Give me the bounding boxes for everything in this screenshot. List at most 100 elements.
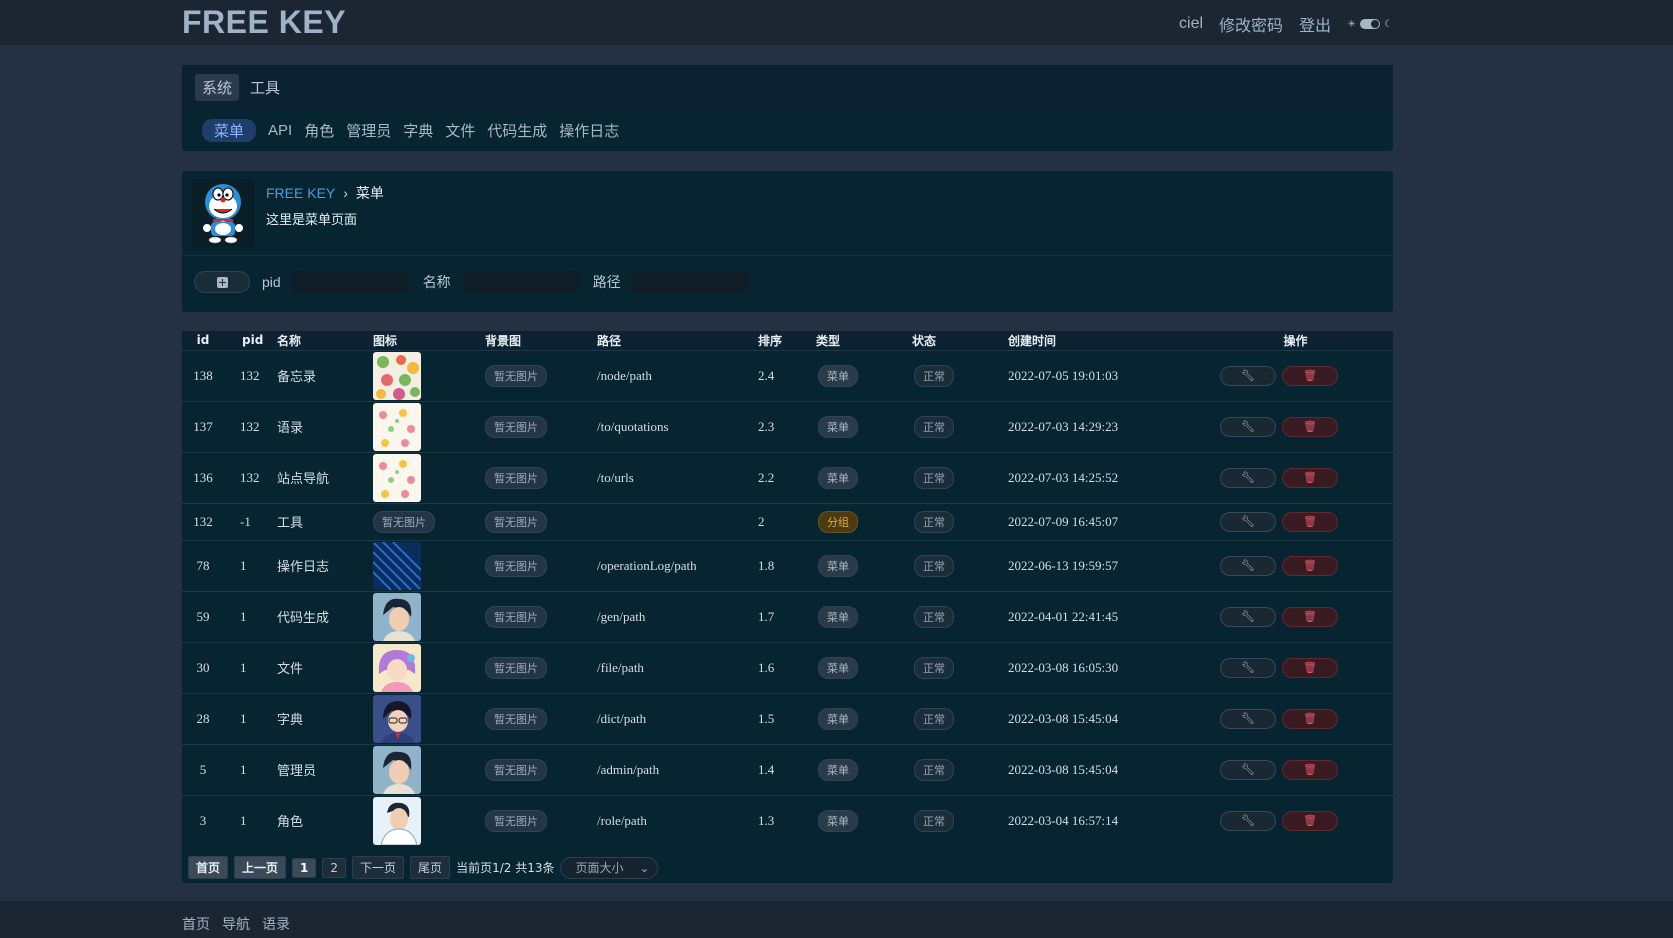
cell-icon <box>373 590 485 642</box>
toggle-track[interactable] <box>1360 19 1381 29</box>
change-password-link[interactable]: 修改密码 <box>1219 12 1283 36</box>
delete-button[interactable]: 🗑︎ <box>1282 708 1338 729</box>
col-header[interactable]: 状态 <box>912 331 1008 350</box>
user-menu: ciel 修改密码 登出 ☀ ☾ <box>1179 12 1393 36</box>
delete-button[interactable]: 🗑︎ <box>1282 759 1338 780</box>
menu-icon-thumbnail[interactable] <box>373 592 485 641</box>
tab-tools[interactable]: 工具 <box>243 74 287 101</box>
page-2-button[interactable]: 2 <box>322 857 347 878</box>
footer-link-quotes[interactable]: 语录 <box>262 914 290 934</box>
cell-id: 78 <box>182 539 224 591</box>
edit-button[interactable]: 🔧︎ <box>1220 759 1276 780</box>
col-header[interactable]: 排序 <box>758 331 816 350</box>
page-1-button[interactable]: 1 <box>292 857 317 878</box>
cell-path: /file/path <box>597 641 758 693</box>
delete-button[interactable]: 🗑︎ <box>1282 606 1338 627</box>
cell-actions: 🔧︎ 🗑︎ <box>1198 502 1393 540</box>
menu-icon-thumbnail[interactable] <box>373 351 485 400</box>
col-header[interactable]: 创建时间 <box>1008 331 1198 350</box>
subtab-api[interactable]: API <box>268 122 292 139</box>
username[interactable]: ciel <box>1179 15 1203 33</box>
type-badge: 分组 <box>818 510 858 533</box>
tab-system[interactable]: 系统 <box>195 73 240 101</box>
name-input[interactable] <box>460 271 581 293</box>
menu-icon-thumbnail[interactable] <box>373 541 485 590</box>
edit-button[interactable]: 🔧︎ <box>1220 708 1276 729</box>
subtab-admin[interactable]: 管理员 <box>346 120 391 141</box>
col-header[interactable]: 类型 <box>816 331 912 350</box>
subtab-menu[interactable]: 菜单 <box>202 118 257 142</box>
cell-sort: 2.2 <box>758 451 816 503</box>
cell-name: 工具 <box>277 502 373 540</box>
delete-button[interactable]: 🗑︎ <box>1282 657 1338 678</box>
edit-button[interactable]: 🔧︎ <box>1220 467 1276 488</box>
col-header[interactable]: 名称 <box>277 331 373 350</box>
prev-page-button[interactable]: 上一页 <box>234 856 287 879</box>
col-header[interactable]: 图标 <box>373 331 485 350</box>
col-header[interactable]: pid <box>224 331 277 350</box>
subtab-role[interactable]: 角色 <box>304 120 334 141</box>
no-background-badge: 暂无图片 <box>485 510 547 533</box>
next-page-button[interactable]: 下一页 <box>352 856 405 879</box>
subtab-file[interactable]: 文件 <box>445 120 475 141</box>
edit-button[interactable]: 🔧︎ <box>1220 657 1276 678</box>
menu-icon-thumbnail[interactable] <box>373 745 485 794</box>
menu-icon-thumbnail[interactable] <box>373 796 485 845</box>
cell-actions: 🔧︎ 🗑︎ <box>1198 451 1393 503</box>
table-row: 3 1 角色 暂无图片/role/path 1.3 菜单 正常 2022-03-04 16:5… <box>182 794 1393 846</box>
menu-icon-thumbnail[interactable] <box>373 643 485 692</box>
cell-name: 操作日志 <box>277 539 373 591</box>
footer-link-home[interactable]: 首页 <box>182 914 210 934</box>
cell-pid: 132 <box>224 400 277 452</box>
last-page-button[interactable]: 尾页 <box>410 856 451 879</box>
type-badge: 菜单 <box>818 364 858 387</box>
edit-button[interactable]: 🔧︎ <box>1220 606 1276 627</box>
cell-icon <box>373 692 485 744</box>
table-row: 30 1 文件 暂无图片/file/path 1.6 菜单 正常 2022-03-08 16:… <box>182 641 1393 693</box>
subtab-oplog[interactable]: 操作日志 <box>559 120 619 141</box>
edit-button[interactable]: 🔧︎ <box>1220 810 1276 831</box>
delete-button[interactable]: 🗑︎ <box>1282 365 1338 386</box>
breadcrumb-home[interactable]: FREE KEY <box>266 185 335 201</box>
delete-button[interactable]: 🗑︎ <box>1282 416 1338 437</box>
footer-link-nav[interactable]: 导航 <box>222 914 250 934</box>
doraemon-avatar-icon <box>203 184 243 244</box>
no-background-badge: 暂无图片 <box>485 466 547 489</box>
brand-logo[interactable]: FREE KEY <box>182 4 346 41</box>
plus-square-icon <box>216 276 228 288</box>
logout-link[interactable]: 登出 <box>1299 12 1331 36</box>
trash-icon: 🗑︎ <box>1303 420 1317 433</box>
cell-created: 2022-03-08 15:45:04 <box>1008 743 1198 795</box>
cell-pid: 1 <box>224 794 277 846</box>
delete-button[interactable]: 🗑︎ <box>1282 555 1338 576</box>
edit-button[interactable]: 🔧︎ <box>1220 365 1276 386</box>
wrench-icon: 🔧︎ <box>1241 369 1255 382</box>
cell-pid: 132 <box>224 451 277 503</box>
first-page-button[interactable]: 首页 <box>188 856 229 879</box>
table-row: 136 132 站点导航 暂无图片/to/urls 2.2 菜单 正常 2022-07-03 … <box>182 451 1393 503</box>
subtab-codegen[interactable]: 代码生成 <box>487 120 547 141</box>
table-panel: id pid 名称 图标 背景图 路径 排序 类型 状态 创建时间 操作 138… <box>182 331 1393 883</box>
delete-button[interactable]: 🗑︎ <box>1282 511 1338 532</box>
delete-button[interactable]: 🗑︎ <box>1282 467 1338 488</box>
delete-button[interactable]: 🗑︎ <box>1282 810 1338 831</box>
menu-icon-thumbnail[interactable] <box>373 453 485 502</box>
page-size-select[interactable]: 页面大小 ⌄ <box>560 856 659 879</box>
col-header[interactable]: id <box>182 331 224 350</box>
theme-toggle[interactable]: ☀ ☾ <box>1347 19 1393 30</box>
pid-input[interactable] <box>290 271 411 293</box>
subtab-dict[interactable]: 字典 <box>403 120 433 141</box>
edit-button[interactable]: 🔧︎ <box>1220 555 1276 576</box>
path-input[interactable] <box>630 271 751 293</box>
menu-icon-thumbnail[interactable] <box>373 694 485 743</box>
no-background-badge: 暂无图片 <box>485 415 547 438</box>
col-header[interactable]: 路径 <box>597 331 758 350</box>
col-header[interactable]: 操作 <box>1198 331 1393 350</box>
col-header[interactable]: 背景图 <box>485 331 597 350</box>
menu-icon-thumbnail[interactable] <box>373 402 485 451</box>
add-button[interactable] <box>194 271 250 293</box>
cell-status: 正常 <box>912 641 1008 693</box>
edit-button[interactable]: 🔧︎ <box>1220 511 1276 532</box>
edit-button[interactable]: 🔧︎ <box>1220 416 1276 437</box>
cell-path: /operationLog/path <box>597 539 758 591</box>
